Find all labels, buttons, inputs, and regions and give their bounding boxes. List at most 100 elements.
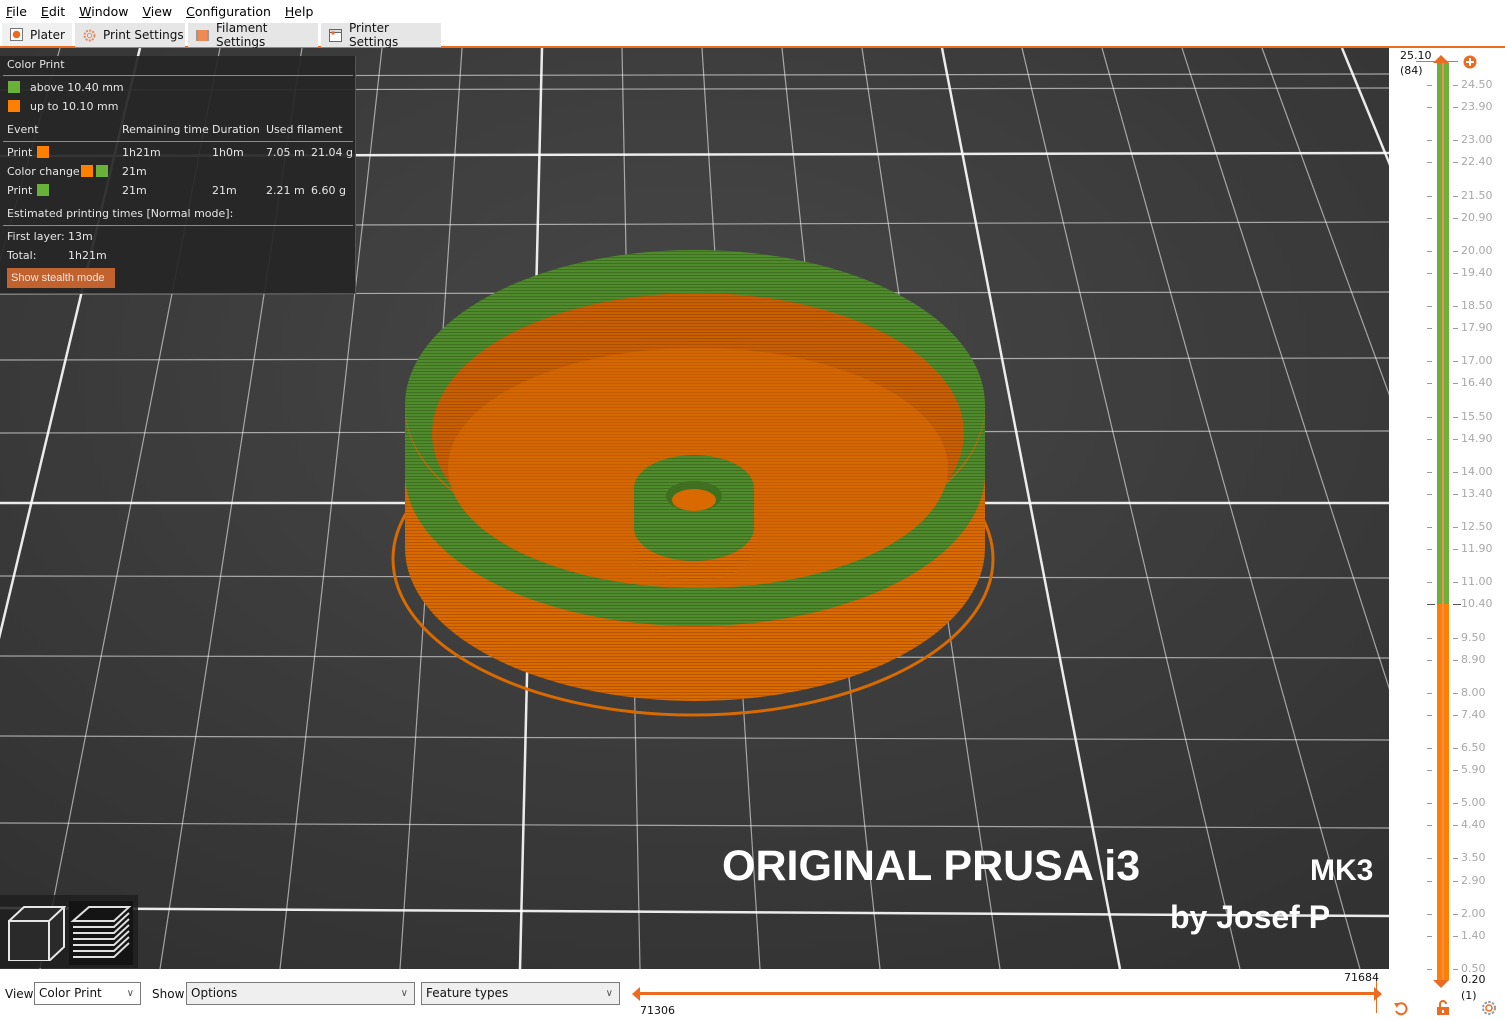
v-slider-tick bbox=[1427, 217, 1432, 219]
v-slider-tick bbox=[1427, 968, 1432, 970]
v-slider-tick-label: 17.00 bbox=[1461, 354, 1493, 368]
v-slider-tick bbox=[1453, 140, 1458, 142]
menu-view[interactable]: View bbox=[142, 4, 172, 19]
feature-types-select[interactable]: Feature types ∨ bbox=[421, 982, 620, 1005]
chevron-down-icon: ∨ bbox=[126, 988, 134, 999]
v-slider-tick bbox=[1427, 306, 1432, 308]
event-color-swatch bbox=[37, 146, 49, 158]
v-slider-tick-label: 3.50 bbox=[1461, 851, 1486, 865]
v-slider-bottom-thumb[interactable] bbox=[1433, 980, 1449, 988]
color-print-legend: Color Print above 10.40 mm up to 10.10 m… bbox=[0, 56, 356, 294]
menu-window[interactable]: Window bbox=[79, 4, 128, 19]
revert-icon[interactable] bbox=[1393, 1000, 1409, 1019]
v-slider-tick-label: 2.00 bbox=[1461, 906, 1486, 920]
h-slider-low-value: 71306 bbox=[640, 1004, 675, 1017]
v-slider-top-thumb[interactable] bbox=[1433, 55, 1449, 63]
v-slider-tick bbox=[1453, 527, 1458, 529]
view-type-select[interactable]: Color Print ∨ bbox=[34, 982, 141, 1005]
event-remaining: 21m bbox=[122, 184, 147, 197]
v-slider-tick bbox=[1427, 747, 1432, 749]
v-slider-tick bbox=[1427, 493, 1432, 495]
v-slider-tick bbox=[1427, 250, 1432, 252]
v-slider-tick bbox=[1427, 195, 1432, 197]
3d-view-cube-icon[interactable] bbox=[6, 901, 67, 964]
v-slider-tick bbox=[1427, 582, 1432, 584]
sliced-model[interactable] bbox=[391, 250, 995, 717]
tab-printer-settings[interactable]: Printer Settings bbox=[321, 21, 441, 49]
event-name: Color change bbox=[7, 165, 80, 178]
v-slider-tick bbox=[1453, 195, 1458, 197]
tab-filament-settings[interactable]: Filament Settings bbox=[188, 21, 318, 49]
event-color-swatch bbox=[96, 165, 108, 177]
v-slider-tick bbox=[1453, 825, 1458, 827]
v-slider-tick-label: 12.50 bbox=[1461, 520, 1493, 534]
menu-configuration[interactable]: Configuration bbox=[186, 4, 271, 19]
v-slider-tick-label: 10.40 bbox=[1461, 597, 1493, 611]
estimated-times-title: Estimated printing times [Normal mode]: bbox=[7, 207, 234, 220]
v-slider-tick-label: 20.90 bbox=[1461, 210, 1493, 224]
layers-view-icon[interactable] bbox=[69, 901, 133, 968]
v-slider-tick-label: 9.50 bbox=[1461, 630, 1486, 644]
tab-bar: Plater Print Settings Filament Settings … bbox=[0, 21, 1505, 49]
v-slider-tick bbox=[1427, 692, 1432, 694]
v-slider-tick bbox=[1453, 692, 1458, 694]
v-slider-tick bbox=[1453, 637, 1458, 639]
bed-logo-model: MK3 bbox=[1310, 854, 1373, 887]
view-label: View bbox=[5, 987, 34, 1001]
tab-plater[interactable]: Plater bbox=[2, 23, 72, 48]
v-slider-tick bbox=[1453, 770, 1458, 772]
show-stealth-mode-button[interactable]: Show stealth mode bbox=[7, 268, 115, 288]
horizontal-move-slider[interactable] bbox=[632, 987, 1384, 1001]
menu-edit[interactable]: Edit bbox=[41, 4, 65, 19]
v-slider-tick-label: 11.00 bbox=[1461, 575, 1493, 589]
v-slider-tick-label: 20.00 bbox=[1461, 243, 1493, 257]
view-toolbar bbox=[0, 895, 138, 968]
v-slider-tick-label: 18.50 bbox=[1461, 299, 1493, 313]
menu-help[interactable]: Help bbox=[285, 4, 314, 19]
v-slider-tick bbox=[1453, 604, 1461, 606]
show-options-select[interactable]: Options ∨ bbox=[186, 982, 415, 1005]
v-slider-tick-label: 22.40 bbox=[1461, 155, 1493, 169]
filament-spool-icon bbox=[196, 29, 209, 42]
v-slider-tick-label: 8.90 bbox=[1461, 652, 1486, 666]
menu-bar: File Edit Window View Configuration Help bbox=[0, 0, 1505, 22]
v-slider-tick bbox=[1453, 880, 1458, 882]
v-slider-top-layer: (84) bbox=[1400, 64, 1423, 77]
v-slider-tick-label: 19.40 bbox=[1461, 265, 1493, 279]
add-color-change-icon[interactable] bbox=[1463, 55, 1477, 72]
v-slider-bottom-layer: (1) bbox=[1461, 989, 1477, 1002]
v-slider-tick bbox=[1453, 493, 1458, 495]
printer-icon bbox=[329, 28, 342, 42]
v-slider-tick-label: 7.40 bbox=[1461, 707, 1486, 721]
chevron-down-icon: ∨ bbox=[400, 988, 408, 999]
v-slider-tick bbox=[1453, 416, 1458, 418]
tab-label: Plater bbox=[30, 27, 65, 42]
v-slider-tick-label: 5.90 bbox=[1461, 763, 1486, 777]
settings-cog-icon[interactable] bbox=[1481, 1000, 1497, 1019]
event-duration: 21m bbox=[212, 184, 237, 197]
vertical-layer-slider[interactable]: 25.10 (84) 24.50 23.90 23.00 22.40 21.50 20.9… bbox=[1389, 48, 1505, 1020]
v-slider-tick-label: 17.90 bbox=[1461, 321, 1493, 335]
v-slider-tick bbox=[1427, 272, 1432, 274]
tab-label: Filament Settings bbox=[216, 21, 268, 49]
legend-divider bbox=[3, 75, 353, 76]
total-label: Total: bbox=[7, 249, 37, 262]
table-divider bbox=[3, 141, 353, 142]
v-slider-tick bbox=[1453, 217, 1458, 219]
v-slider-bottom-value: 0.20 bbox=[1461, 973, 1486, 986]
menu-file[interactable]: File bbox=[6, 4, 27, 19]
v-slider-tick bbox=[1427, 770, 1432, 772]
tab-print-settings[interactable]: Print Settings bbox=[75, 23, 185, 47]
v-slider-tick bbox=[1427, 637, 1432, 639]
v-slider-tick-label: 8.00 bbox=[1461, 685, 1486, 699]
v-slider-tick-label: 14.90 bbox=[1461, 431, 1493, 445]
lock-unlocked-icon[interactable] bbox=[1436, 1000, 1450, 1019]
v-slider-tick bbox=[1427, 549, 1432, 551]
v-slider-tick bbox=[1427, 527, 1432, 529]
v-slider-tick bbox=[1427, 162, 1432, 164]
h-slider-low-thumb[interactable] bbox=[632, 987, 640, 1001]
feature-types-value: Feature types bbox=[426, 986, 509, 1000]
v-slider-tick bbox=[1453, 659, 1458, 661]
v-slider-tick bbox=[1427, 935, 1432, 937]
center-hole bbox=[672, 489, 716, 511]
